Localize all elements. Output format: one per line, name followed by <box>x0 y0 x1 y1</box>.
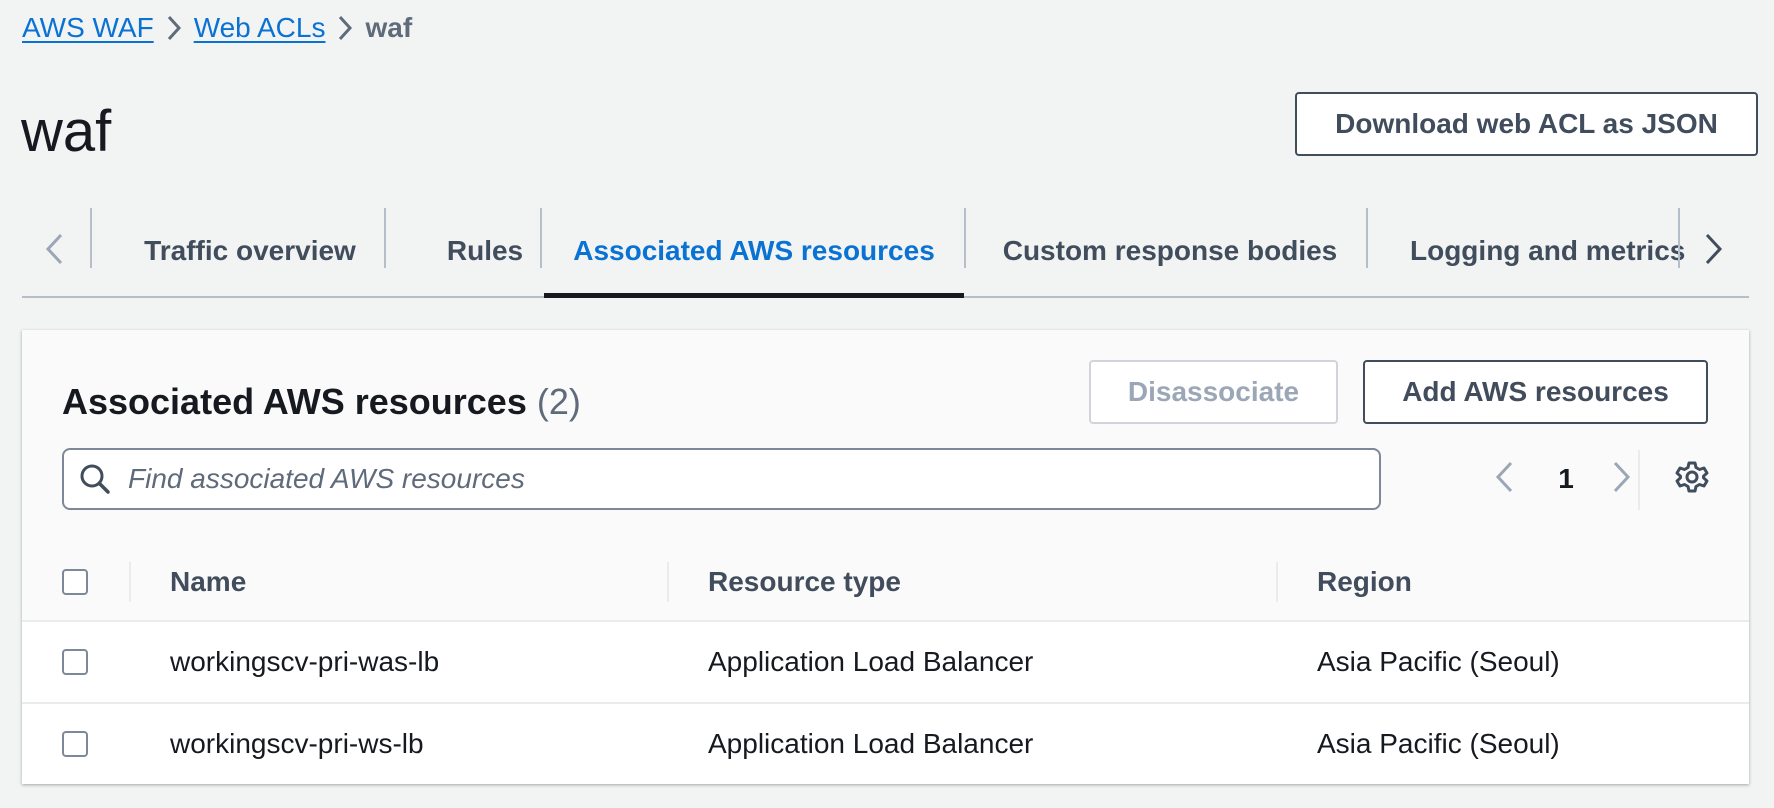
chevron-right-icon <box>154 15 194 41</box>
chevron-left-icon <box>1494 460 1514 499</box>
table-row[interactable]: workingscv-pri-was-lb Application Load B… <box>22 622 1749 704</box>
column-header-name[interactable]: Name <box>170 544 246 620</box>
column-header-region[interactable]: Region <box>1317 544 1412 620</box>
tab-scroll-right-button[interactable] <box>1682 206 1746 296</box>
select-all-checkbox[interactable] <box>62 569 88 595</box>
breadcrumb: AWS WAF Web ACLs waf <box>22 8 412 48</box>
pager-divider <box>1638 450 1640 510</box>
breadcrumb-link-web-acls[interactable]: Web ACLs <box>194 12 326 44</box>
disassociate-button[interactable]: Disassociate <box>1089 360 1338 424</box>
associated-resources-panel: Associated AWS resources (2) Disassociat… <box>22 330 1749 784</box>
breadcrumb-link-aws-waf[interactable]: AWS WAF <box>22 12 154 44</box>
column-header-resource-type[interactable]: Resource type <box>708 544 901 620</box>
chevron-right-icon <box>1612 460 1632 499</box>
page-number-button[interactable]: 1 <box>1546 448 1586 510</box>
resource-region: Asia Pacific (Seoul) <box>1317 728 1560 759</box>
row-checkbox[interactable] <box>62 731 88 757</box>
row-select-cell <box>62 622 92 702</box>
chevron-right-icon <box>1704 232 1724 271</box>
resources-table: Name Resource type Region workingscv-pri… <box>22 544 1749 784</box>
column-divider <box>129 562 131 602</box>
gear-icon <box>1675 460 1709 499</box>
table-header-row: Name Resource type Region <box>22 544 1749 622</box>
row-select-cell <box>62 704 92 784</box>
resource-name: workingscv-pri-ws-lb <box>170 728 424 759</box>
tab-divider <box>90 208 92 268</box>
resource-name: workingscv-pri-was-lb <box>170 646 440 677</box>
resource-region: Asia Pacific (Seoul) <box>1317 646 1560 677</box>
table-preferences-button[interactable] <box>1662 448 1722 510</box>
download-json-button[interactable]: Download web ACL as JSON <box>1295 92 1758 156</box>
tab-divider <box>1366 208 1368 268</box>
tab-divider <box>384 208 386 268</box>
search-icon <box>64 450 126 508</box>
tab-rules[interactable]: Rules <box>408 206 562 296</box>
tab-scroll-left-button[interactable] <box>22 206 86 296</box>
tab-divider <box>1678 208 1680 268</box>
breadcrumb-current: waf <box>365 12 413 43</box>
chevron-right-icon <box>325 15 365 41</box>
tab-logging-and-metrics[interactable]: Logging and metrics <box>1410 206 1700 296</box>
search-field[interactable] <box>62 448 1381 510</box>
row-checkbox[interactable] <box>62 649 88 675</box>
resource-type: Application Load Balancer <box>708 646 1034 677</box>
tab-custom-response-bodies[interactable]: Custom response bodies <box>968 206 1372 296</box>
panel-header: Associated AWS resources (2) Disassociat… <box>22 330 1749 546</box>
previous-page-button[interactable] <box>1482 448 1526 510</box>
search-input[interactable] <box>126 462 1360 496</box>
panel-title: Associated AWS resources (2) <box>62 370 581 434</box>
tab-divider <box>964 208 966 268</box>
resource-type: Application Load Balancer <box>708 728 1034 759</box>
add-aws-resources-button[interactable]: Add AWS resources <box>1363 360 1708 424</box>
tab-associated-aws-resources[interactable]: Associated AWS resources <box>544 206 964 298</box>
tab-bar: Traffic overview Rules Associated AWS re… <box>22 206 1749 298</box>
column-divider <box>1276 562 1278 602</box>
table-row[interactable]: workingscv-pri-ws-lb Application Load Ba… <box>22 704 1749 784</box>
select-all-cell <box>62 544 92 620</box>
tab-divider <box>540 208 542 268</box>
tab-traffic-overview[interactable]: Traffic overview <box>94 206 406 296</box>
resource-count: (2) <box>536 381 581 422</box>
page-title: waf <box>21 99 112 164</box>
chevron-left-icon <box>44 232 64 271</box>
column-divider <box>667 562 669 602</box>
panel-title-text: Associated AWS resources <box>62 381 527 422</box>
